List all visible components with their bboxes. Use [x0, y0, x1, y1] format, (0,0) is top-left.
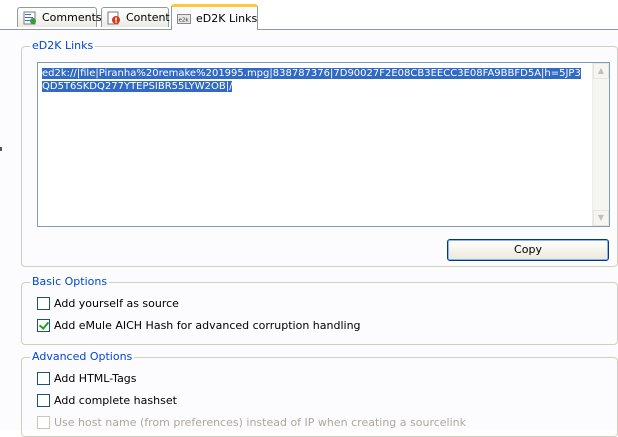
- basic-options-title: Basic Options: [30, 275, 110, 289]
- tab-strip: Comments Content e2k eD2K Links: [0, 0, 618, 30]
- add-aich-hash-checkbox[interactable]: Add eMule AICH Hash for advanced corrupt…: [37, 318, 361, 332]
- use-host-name-checkbox: Use host name (from preferences) instead…: [37, 415, 466, 429]
- tab-comments[interactable]: Comments: [17, 7, 102, 27]
- textarea-scrollbar[interactable]: ▲ ▼: [592, 63, 609, 226]
- copy-button[interactable]: Copy: [447, 239, 609, 261]
- tab-ed2k-label: eD2K Links: [196, 12, 258, 25]
- scroll-down-icon[interactable]: ▼: [593, 210, 609, 226]
- checkbox-label: Add eMule AICH Hash for advanced corrupt…: [54, 318, 361, 332]
- checkbox-label: Add yourself as source: [54, 296, 179, 310]
- tab-panel: eD2K Links ed2k://|file|Piranha%20remake…: [0, 29, 618, 437]
- advanced-options-title: Advanced Options: [30, 350, 135, 364]
- checkbox-checked-icon[interactable]: [37, 318, 50, 332]
- tab-comments-label: Comments: [42, 11, 102, 24]
- checkbox-label: Use host name (from preferences) instead…: [54, 415, 467, 429]
- checkbox-label: Add HTML-Tags: [54, 371, 137, 385]
- window-edge-mark: [0, 147, 2, 151]
- checkbox-icon[interactable]: [37, 393, 50, 407]
- basic-options-group: Basic Options: [21, 275, 618, 345]
- tab-ed2k-links[interactable]: e2k eD2K Links: [171, 4, 258, 30]
- checkbox-icon[interactable]: [37, 296, 50, 310]
- tab-content-label: Content: [126, 11, 170, 24]
- checkbox-label: Add complete hashset: [54, 393, 177, 407]
- ed2k-links-group-title: eD2K Links: [30, 39, 96, 53]
- content-icon: [107, 11, 121, 25]
- checkbox-icon[interactable]: [37, 371, 50, 385]
- svg-text:e2k: e2k: [179, 17, 190, 23]
- checkbox-disabled-icon: [37, 415, 50, 429]
- ed2k-link-textarea[interactable]: ed2k://|file|Piranha%20remake%201995.mpg…: [37, 62, 610, 227]
- add-html-tags-checkbox[interactable]: Add HTML-Tags: [37, 371, 137, 385]
- add-yourself-as-source-checkbox[interactable]: Add yourself as source: [37, 296, 179, 310]
- ed2k-link-text[interactable]: ed2k://|file|Piranha%20remake%201995.mpg…: [42, 67, 588, 93]
- scroll-up-icon[interactable]: ▲: [593, 63, 609, 79]
- add-complete-hashset-checkbox[interactable]: Add complete hashset: [37, 393, 177, 407]
- comments-icon: [23, 11, 37, 25]
- tab-content[interactable]: Content: [101, 7, 170, 27]
- ed2k-icon: e2k: [177, 12, 191, 26]
